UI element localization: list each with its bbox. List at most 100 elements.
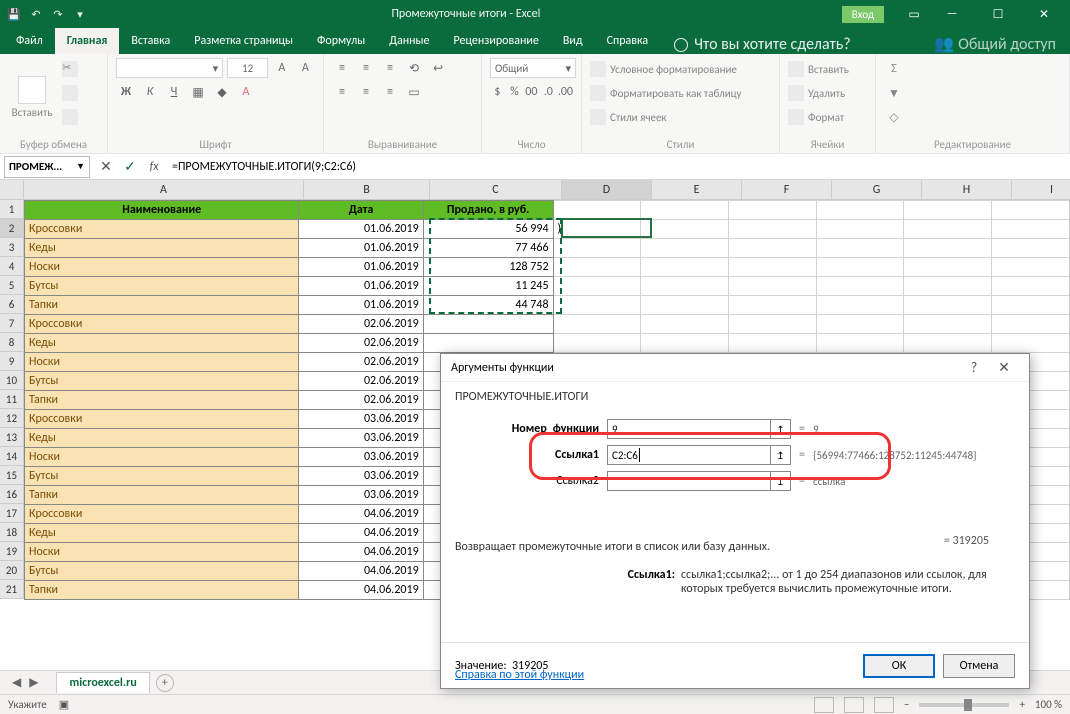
- cell[interactable]: [992, 277, 1070, 296]
- cell[interactable]: [728, 201, 816, 220]
- function-help-link[interactable]: Справка по этой функции: [455, 668, 584, 682]
- cell[interactable]: [816, 315, 904, 334]
- cell[interactable]: [992, 220, 1070, 239]
- row-header-15[interactable]: 15: [0, 466, 24, 485]
- format-cells-button[interactable]: Формат: [788, 106, 849, 128]
- cell[interactable]: [992, 258, 1070, 277]
- row-header-11[interactable]: 11: [0, 390, 24, 409]
- cell-name[interactable]: Тапки: [25, 296, 299, 315]
- increase-font-icon[interactable]: A: [272, 58, 291, 78]
- cell[interactable]: [816, 296, 904, 315]
- cell-date[interactable]: 04.06.2019: [299, 581, 423, 600]
- cell[interactable]: [816, 277, 904, 296]
- cell[interactable]: [816, 201, 904, 220]
- dialog-close-button[interactable]: ✕: [989, 359, 1019, 376]
- cell-name[interactable]: Носки: [25, 258, 299, 277]
- font-size-combo[interactable]: 12: [227, 58, 268, 78]
- row-header-4[interactable]: 4: [0, 257, 24, 276]
- select-all-corner[interactable]: [0, 180, 24, 200]
- formula-input[interactable]: =ПРОМЕЖУТОЧНЫЕ.ИТОГИ(9;C2:C6): [166, 160, 1070, 174]
- row-header-17[interactable]: 17: [0, 504, 24, 523]
- row-header-21[interactable]: 21: [0, 580, 24, 599]
- currency-icon[interactable]: $: [490, 82, 505, 102]
- cell-styles-button[interactable]: Стили ячеек: [590, 106, 742, 128]
- arg3-range-button[interactable]: ↥: [771, 471, 791, 491]
- cell[interactable]: [728, 296, 816, 315]
- cell[interactable]: [553, 201, 641, 220]
- cell[interactable]: [641, 258, 729, 277]
- cell[interactable]: [816, 239, 904, 258]
- align-bottom-icon[interactable]: ≡: [380, 58, 400, 78]
- cell[interactable]: [553, 277, 641, 296]
- row-header-3[interactable]: 3: [0, 238, 24, 257]
- copy-icon[interactable]: [62, 85, 78, 101]
- tab-formulas[interactable]: Формулы: [305, 28, 377, 54]
- cell[interactable]: [904, 258, 992, 277]
- cell[interactable]: [992, 239, 1070, 258]
- paste-button[interactable]: Вставить: [8, 58, 56, 136]
- column-header-I[interactable]: I: [1012, 180, 1070, 200]
- cell[interactable]: [992, 296, 1070, 315]
- column-header-D[interactable]: D: [562, 180, 652, 200]
- cell[interactable]: [992, 315, 1070, 334]
- insert-cells-button[interactable]: Вставить: [788, 58, 849, 80]
- table-header[interactable]: Наименование: [25, 201, 299, 220]
- cell[interactable]: [904, 334, 992, 353]
- row-header-19[interactable]: 19: [0, 542, 24, 561]
- cell[interactable]: [728, 315, 816, 334]
- cell[interactable]: [992, 201, 1070, 220]
- view-page-break-icon[interactable]: [874, 697, 894, 713]
- cell-date[interactable]: 04.06.2019: [299, 562, 423, 581]
- column-header-C[interactable]: C: [430, 180, 562, 200]
- cell[interactable]: [904, 220, 992, 239]
- cell[interactable]: [904, 315, 992, 334]
- cell[interactable]: [641, 201, 729, 220]
- cell[interactable]: [728, 239, 816, 258]
- cell-name[interactable]: Кеды: [25, 334, 299, 353]
- cell-date[interactable]: 02.06.2019: [299, 372, 423, 391]
- arg1-range-button[interactable]: ↥: [771, 419, 791, 439]
- cell[interactable]: [728, 277, 816, 296]
- underline-button[interactable]: Ч: [164, 82, 184, 102]
- new-sheet-button[interactable]: +: [156, 674, 174, 692]
- align-middle-icon[interactable]: ≡: [356, 58, 376, 78]
- cell-date[interactable]: 04.06.2019: [299, 543, 423, 562]
- macro-record-icon[interactable]: ▣: [59, 698, 69, 711]
- table-header[interactable]: Продано, в руб.: [423, 201, 553, 220]
- cell[interactable]: [641, 239, 729, 258]
- row-header-6[interactable]: 6: [0, 295, 24, 314]
- cell[interactable]: [728, 258, 816, 277]
- cell-date[interactable]: 04.06.2019: [299, 505, 423, 524]
- cell[interactable]: [728, 334, 816, 353]
- cell-date[interactable]: 03.06.2019: [299, 429, 423, 448]
- cell[interactable]: [641, 315, 729, 334]
- row-header-5[interactable]: 5: [0, 276, 24, 295]
- cell[interactable]: [904, 239, 992, 258]
- cell-name[interactable]: Носки: [25, 353, 299, 372]
- increase-decimal-icon[interactable]: .0: [541, 82, 556, 102]
- cell-name[interactable]: Тапки: [25, 581, 299, 600]
- row-header-8[interactable]: 8: [0, 333, 24, 352]
- cell-date[interactable]: 03.06.2019: [299, 486, 423, 505]
- cell[interactable]: [816, 334, 904, 353]
- save-icon[interactable]: 💾: [4, 4, 24, 24]
- view-normal-icon[interactable]: [814, 697, 834, 713]
- font-color-button[interactable]: A: [236, 82, 256, 102]
- undo-icon[interactable]: ↶: [26, 4, 46, 24]
- minimize-button[interactable]: —: [930, 0, 974, 28]
- ribbon-options-icon[interactable]: ▭: [900, 0, 928, 28]
- cell-name[interactable]: Кроссовки: [25, 410, 299, 429]
- cell-date[interactable]: 02.06.2019: [299, 334, 423, 353]
- cell[interactable]: ): [553, 220, 641, 239]
- cell-date[interactable]: 02.06.2019: [299, 391, 423, 410]
- column-header-F[interactable]: F: [742, 180, 832, 200]
- row-header-2[interactable]: 2: [0, 219, 24, 238]
- row-header-9[interactable]: 9: [0, 352, 24, 371]
- view-page-layout-icon[interactable]: [844, 697, 864, 713]
- align-left-icon[interactable]: ≡: [332, 82, 352, 102]
- number-format-combo[interactable]: Общий▾: [490, 58, 576, 78]
- cell[interactable]: [904, 277, 992, 296]
- conditional-formatting-button[interactable]: Условное форматирование: [590, 58, 742, 80]
- cell-name[interactable]: Носки: [25, 448, 299, 467]
- bold-button[interactable]: Ж: [116, 82, 136, 102]
